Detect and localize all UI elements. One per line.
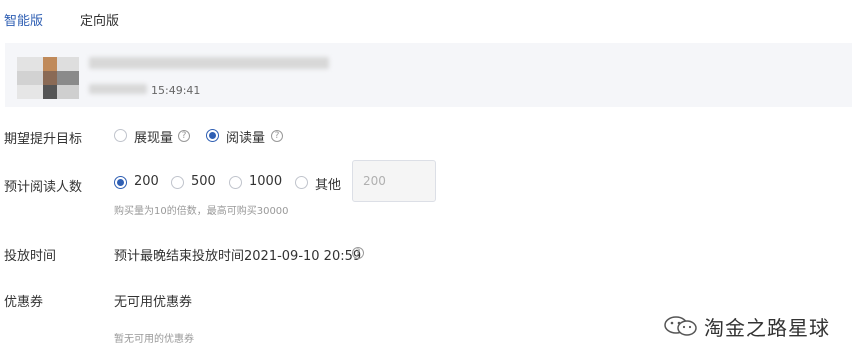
- coupon-value: 无可用优惠券: [114, 295, 193, 310]
- radio-other[interactable]: [295, 176, 308, 189]
- delivery-label: 投放时间: [4, 249, 57, 264]
- radio-1000[interactable]: [229, 176, 242, 189]
- reads-help-icon[interactable]: ?: [271, 130, 283, 142]
- coupon-label: 优惠券: [4, 295, 44, 310]
- coupon-hint: 暂无可用的优惠券: [114, 334, 194, 345]
- article-title-redacted: [89, 57, 329, 69]
- other-amount-input[interactable]: [352, 160, 436, 202]
- radio-impressions[interactable]: [114, 129, 127, 142]
- option-other-label[interactable]: 其他: [315, 174, 341, 193]
- goal-label: 期望提升目标: [4, 132, 83, 147]
- article-time: 15:49:41: [151, 84, 201, 97]
- readers-label: 预计阅读人数: [4, 180, 83, 195]
- wechat-icon: [664, 316, 697, 336]
- watermark: 淘金之路星球: [662, 312, 830, 340]
- option-200-label[interactable]: 200: [134, 174, 159, 189]
- tab-targeted[interactable]: 定向版: [80, 10, 119, 29]
- readers-hint: 购买量为10的倍数，最高可购买30000: [114, 206, 289, 217]
- tab-smart[interactable]: 智能版: [4, 10, 43, 29]
- radio-200[interactable]: [114, 176, 127, 189]
- option-impressions-label[interactable]: 展现量: [134, 127, 173, 146]
- radio-reads[interactable]: [206, 129, 219, 142]
- delivery-time-value: 预计最晚结束投放时间2021-09-10 20:59: [114, 249, 362, 264]
- option-500-label[interactable]: 500: [191, 174, 216, 189]
- version-tabs: 智能版 定向版: [0, 0, 856, 40]
- article-card: 15:49:41: [5, 43, 852, 107]
- option-1000-label[interactable]: 1000: [249, 174, 282, 189]
- article-thumbnail: [17, 57, 79, 99]
- impressions-help-icon[interactable]: ?: [178, 130, 190, 142]
- option-reads-label[interactable]: 阅读量: [226, 127, 265, 146]
- watermark-text: 淘金之路星球: [704, 315, 830, 340]
- radio-500[interactable]: [171, 176, 184, 189]
- delivery-help-icon[interactable]: ?: [352, 247, 364, 259]
- article-meta-redacted: [89, 84, 147, 94]
